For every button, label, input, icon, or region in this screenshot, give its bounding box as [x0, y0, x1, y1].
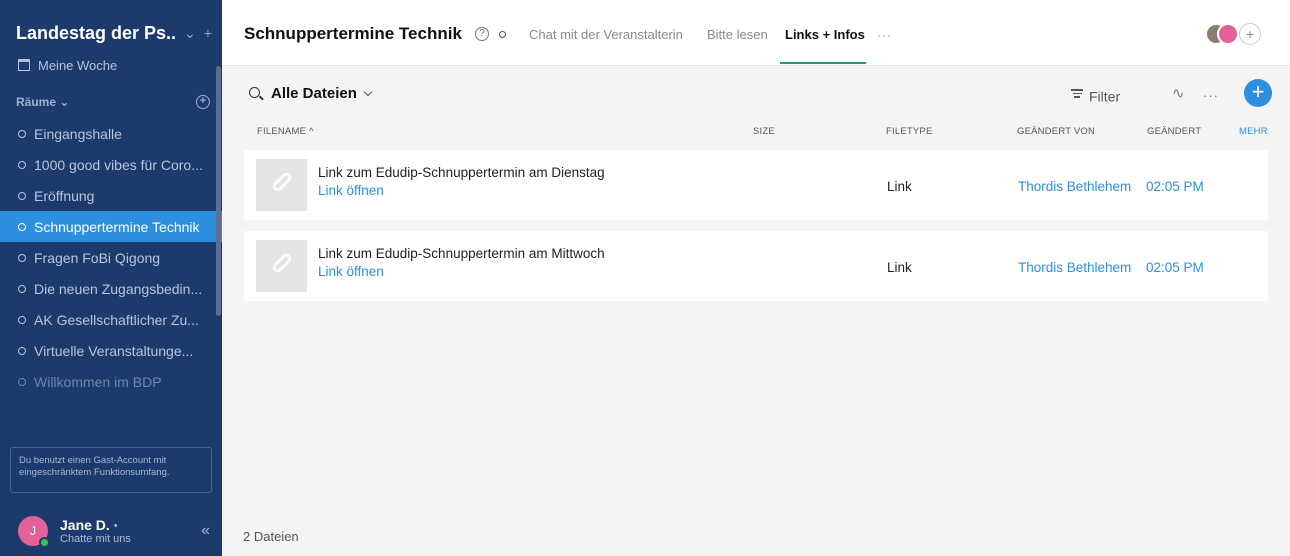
sidebar: Landestag der Ps... ⌄ + Meine Woche Räum…	[0, 0, 222, 556]
column-header-more[interactable]: MEHR	[1239, 126, 1268, 137]
member-avatars[interactable]: +	[1205, 23, 1275, 45]
sidebar-item-eroeffnung[interactable]: Eröffnung	[0, 180, 222, 211]
calendar-icon	[18, 59, 30, 71]
room-dot-icon	[18, 129, 26, 138]
more-tabs-icon[interactable]: ···	[877, 28, 892, 42]
online-status-icon	[39, 537, 50, 548]
filter-button[interactable]: Filter	[1071, 87, 1120, 105]
sidebar-item-ak-gesellschaftlicher[interactable]: AK Gesellschaftlicher Zu...	[0, 304, 222, 335]
file-type: Link	[887, 260, 912, 275]
room-dot-icon	[18, 284, 26, 293]
column-header-size[interactable]: SIZE	[753, 126, 775, 137]
room-dot-icon	[18, 377, 26, 386]
collapse-sidebar-icon[interactable]: «	[201, 522, 210, 540]
room-dot-icon	[18, 160, 26, 169]
link-icon	[270, 251, 294, 275]
file-count: 2 Dateien	[243, 529, 299, 544]
sidebar-item-virtuelle-veranstaltungen[interactable]: Virtuelle Veranstaltunge...	[0, 335, 222, 366]
user-name: Jane D. ·	[60, 517, 119, 533]
tab-bitte-lesen[interactable]: Bitte lesen	[707, 27, 768, 42]
column-header-changed[interactable]: GEÄNDERT	[1147, 126, 1201, 137]
user-status: Chatte mit uns	[60, 533, 131, 545]
open-link[interactable]: Link öffnen	[318, 183, 384, 198]
room-dot-icon	[18, 222, 26, 231]
add-room-icon[interactable]: +	[196, 95, 210, 109]
chevron-down-icon[interactable]: ⌄	[184, 25, 196, 42]
changed-time[interactable]: 02:05 PM	[1146, 179, 1204, 194]
room-dot-icon	[18, 315, 26, 324]
user-profile[interactable]: J Jane D. · Chatte mit uns «	[0, 506, 222, 556]
sidebar-scrollbar[interactable]	[216, 66, 221, 316]
changed-by-user[interactable]: Thordis Bethlehem	[1018, 260, 1131, 275]
guest-notice: Du benutzt einen Gast-Account mit einges…	[10, 447, 212, 493]
chevron-down-icon: ⌄	[59, 95, 70, 109]
room-header: Schnuppertermine Technik ? Chat mit der …	[222, 0, 1290, 66]
sidebar-item-eingangshalle[interactable]: Eingangshalle	[0, 118, 222, 149]
activity-icon[interactable]: ∿	[1172, 84, 1185, 102]
tab-links-infos[interactable]: Links + Infos	[785, 27, 865, 42]
my-week-link[interactable]: Meine Woche	[0, 54, 222, 76]
rooms-header[interactable]: Räume ⌄ +	[0, 90, 222, 114]
table-row[interactable]: Link zum Edudip-Schnuppertermin am Mittw…	[244, 231, 1268, 301]
chevron-down-icon	[363, 87, 373, 97]
rooms-label[interactable]: Räume ⌄	[16, 95, 196, 109]
sidebar-item-fragen-fobi-qigong[interactable]: Fragen FoBi Qigong	[0, 242, 222, 273]
more-options-icon[interactable]: ···	[1203, 88, 1219, 103]
member-avatar[interactable]	[1217, 23, 1239, 45]
file-type: Link	[887, 179, 912, 194]
link-thumbnail	[256, 240, 307, 292]
help-icon[interactable]: ?	[475, 27, 489, 41]
file-name[interactable]: Link zum Edudip-Schnuppertermin am Mittw…	[318, 246, 605, 261]
status-ring-icon[interactable]	[499, 31, 506, 38]
column-header-changed-by[interactable]: GEÄNDERT VON	[1017, 126, 1095, 137]
sidebar-item-schnuppertermine-technik[interactable]: Schnuppertermine Technik	[0, 211, 222, 242]
column-header-filetype[interactable]: FILETYPE	[886, 126, 932, 137]
my-week-label: Meine Woche	[38, 57, 118, 73]
org-name[interactable]: Landestag der Ps...	[16, 23, 176, 44]
sidebar-item-zugangsbedingungen[interactable]: Die neuen Zugangsbedin...	[0, 273, 222, 304]
add-icon[interactable]: +	[204, 25, 212, 41]
page-title: Schnuppertermine Technik	[244, 24, 462, 43]
file-name[interactable]: Link zum Edudip-Schnuppertermin am Diens…	[318, 165, 605, 180]
avatar[interactable]: J	[18, 516, 50, 548]
column-header-filename[interactable]: FILENAME ^	[257, 126, 314, 137]
link-icon	[270, 170, 294, 194]
add-file-button[interactable]: +	[1244, 79, 1272, 107]
room-list: Eingangshalle 1000 good vibes für Coro..…	[0, 118, 222, 397]
files-filter-dropdown[interactable]: Alle Dateien	[271, 85, 373, 102]
search-icon[interactable]	[249, 87, 260, 98]
add-member-icon[interactable]: +	[1239, 23, 1261, 45]
active-tab-indicator	[780, 62, 866, 64]
link-thumbnail	[256, 159, 307, 211]
room-dot-icon	[18, 346, 26, 355]
filter-icon	[1071, 87, 1083, 100]
sidebar-item-good-vibes[interactable]: 1000 good vibes für Coro...	[0, 149, 222, 180]
open-link[interactable]: Link öffnen	[318, 264, 384, 279]
sidebar-item-willkommen-bdp[interactable]: Willkommen im BDP	[0, 366, 222, 397]
tab-chat[interactable]: Chat mit der Veranstalterin	[529, 27, 683, 42]
changed-time[interactable]: 02:05 PM	[1146, 260, 1204, 275]
room-dot-icon	[18, 253, 26, 262]
table-row[interactable]: Link zum Edudip-Schnuppertermin am Diens…	[244, 150, 1268, 220]
changed-by-user[interactable]: Thordis Bethlehem	[1018, 179, 1131, 194]
room-dot-icon	[18, 191, 26, 200]
